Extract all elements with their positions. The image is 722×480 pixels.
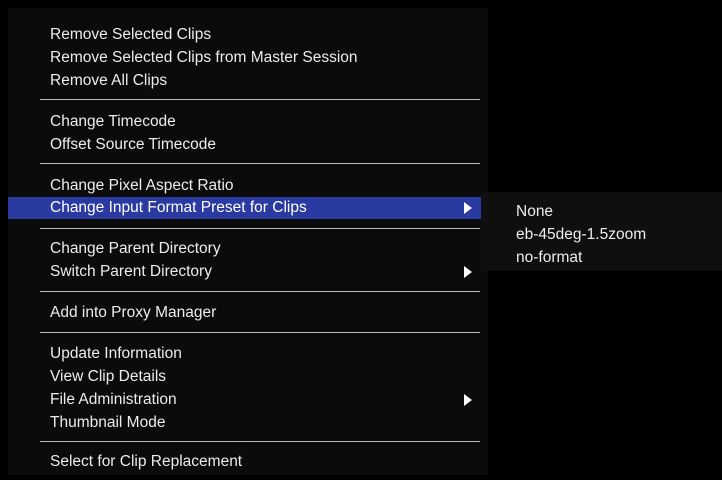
menu-item-change-parent-directory[interactable]: Change Parent Directory [8, 238, 488, 260]
input-format-preset-submenu: None eb-45deg-1.5zoom no-format [481, 192, 722, 271]
menu-item-view-clip-details[interactable]: View Clip Details [8, 366, 488, 388]
menu-item-label: Change Input Format Preset for Clips [50, 199, 307, 216]
menu-item-remove-all-clips[interactable]: Remove All Clips [8, 70, 488, 92]
menu-separator [40, 228, 480, 229]
menu-item-thumbnail-mode[interactable]: Thumbnail Mode [8, 412, 488, 434]
menu-item-file-administration[interactable]: File Administration [8, 389, 488, 411]
menu-item-label: Switch Parent Directory [50, 263, 212, 280]
menu-item-switch-parent-directory[interactable]: Switch Parent Directory [8, 261, 488, 283]
submenu-item-eb-45deg-1-5zoom[interactable]: eb-45deg-1.5zoom [516, 224, 646, 246]
submenu-arrow-icon [464, 266, 472, 278]
context-menu: Remove Selected Clips Remove Selected Cl… [8, 8, 488, 475]
menu-separator [40, 163, 480, 164]
menu-item-change-input-format-preset[interactable]: Change Input Format Preset for Clips [8, 197, 488, 219]
menu-item-label: File Administration [50, 391, 177, 408]
menu-separator [40, 332, 480, 333]
menu-item-add-into-proxy-manager[interactable]: Add into Proxy Manager [8, 302, 488, 324]
menu-separator [40, 441, 480, 442]
menu-item-offset-source-timecode[interactable]: Offset Source Timecode [8, 134, 488, 156]
menu-item-remove-selected-clips-from-master-session[interactable]: Remove Selected Clips from Master Sessio… [8, 47, 488, 69]
submenu-arrow-icon [464, 394, 472, 406]
submenu-item-no-format[interactable]: no-format [516, 247, 582, 269]
menu-item-update-information[interactable]: Update Information [8, 343, 488, 365]
menu-item-remove-selected-clips[interactable]: Remove Selected Clips [8, 24, 488, 46]
submenu-arrow-icon [464, 202, 472, 214]
menu-separator [40, 99, 480, 100]
menu-item-change-pixel-aspect-ratio[interactable]: Change Pixel Aspect Ratio [8, 175, 488, 197]
menu-item-select-for-clip-replacement[interactable]: Select for Clip Replacement [8, 451, 488, 473]
submenu-item-none[interactable]: None [516, 201, 553, 223]
menu-item-change-timecode[interactable]: Change Timecode [8, 111, 488, 133]
menu-separator [40, 291, 480, 292]
